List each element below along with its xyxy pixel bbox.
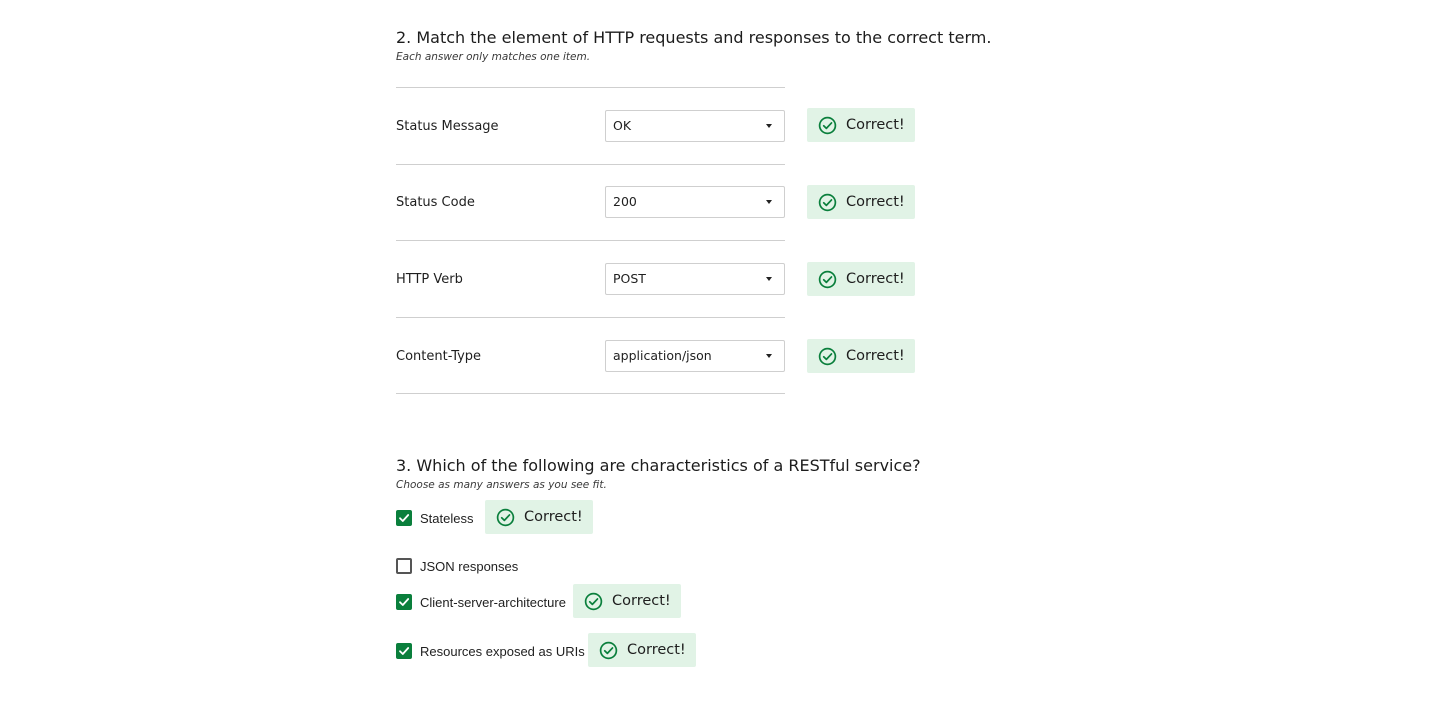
question-3-instructions: Choose as many answers as you see fit. <box>396 479 607 491</box>
status-code-select[interactable]: 200 <box>605 186 785 218</box>
caret-down-icon <box>766 354 772 358</box>
divider <box>396 240 785 241</box>
check-circle-icon <box>818 193 837 212</box>
caret-down-icon <box>766 124 772 128</box>
feedback-text: Correct! <box>846 348 905 364</box>
option-label-stateless[interactable]: Stateless <box>420 511 473 526</box>
term-label-status-code: Status Code <box>396 195 475 210</box>
correct-badge: Correct! <box>588 633 696 667</box>
feedback-text: Correct! <box>846 194 905 210</box>
feedback-text: Correct! <box>612 593 671 609</box>
divider <box>396 317 785 318</box>
check-circle-icon <box>818 116 837 135</box>
term-label-http-verb: HTTP Verb <box>396 272 463 287</box>
correct-badge: Correct! <box>807 108 915 142</box>
divider <box>396 87 785 88</box>
check-circle-icon <box>584 592 603 611</box>
question-2-instructions: Each answer only matches one item. <box>396 51 591 63</box>
question-3-title: 3. Which of the following are characteri… <box>396 456 921 475</box>
check-circle-icon <box>599 641 618 660</box>
json-responses-checkbox[interactable] <box>396 558 412 574</box>
client-server-architecture-checkbox[interactable] <box>396 594 412 610</box>
feedback-text: Correct! <box>627 642 686 658</box>
selected-value: application/json <box>613 348 712 363</box>
divider <box>396 393 785 394</box>
http-verb-select[interactable]: POST <box>605 263 785 295</box>
checkmark-icon <box>399 514 410 522</box>
checkmark-icon <box>399 647 410 655</box>
term-label-content-type: Content-Type <box>396 349 482 364</box>
caret-down-icon <box>766 277 772 281</box>
resources-exposed-as-uris-checkbox[interactable] <box>396 643 412 659</box>
checkmark-icon <box>399 598 410 606</box>
feedback-text: Correct! <box>846 271 905 287</box>
question-2-title: 2. Match the element of HTTP requests an… <box>396 28 992 47</box>
content-type-select[interactable]: application/json <box>605 340 785 372</box>
feedback-text: Correct! <box>524 509 583 525</box>
correct-badge: Correct! <box>485 500 593 534</box>
correct-badge: Correct! <box>573 584 681 618</box>
option-label-resources-exposed-as-uris[interactable]: Resources exposed as URIs <box>420 644 585 659</box>
correct-badge: Correct! <box>807 185 915 219</box>
stateless-checkbox[interactable] <box>396 510 412 526</box>
check-circle-icon <box>818 270 837 289</box>
divider <box>396 164 785 165</box>
option-label-json-responses[interactable]: JSON responses <box>420 559 518 574</box>
feedback-text: Correct! <box>846 117 905 133</box>
term-label-status-message: Status Message <box>396 119 499 134</box>
correct-badge: Correct! <box>807 262 915 296</box>
option-label-client-server-architecture[interactable]: Client-server-architecture <box>420 595 566 610</box>
selected-value: OK <box>613 118 632 133</box>
selected-value: 200 <box>613 194 637 209</box>
correct-badge: Correct! <box>807 339 915 373</box>
check-circle-icon <box>818 347 837 366</box>
status-message-select[interactable]: OK <box>605 110 785 142</box>
check-circle-icon <box>496 508 515 527</box>
selected-value: POST <box>613 271 646 286</box>
caret-down-icon <box>766 200 772 204</box>
